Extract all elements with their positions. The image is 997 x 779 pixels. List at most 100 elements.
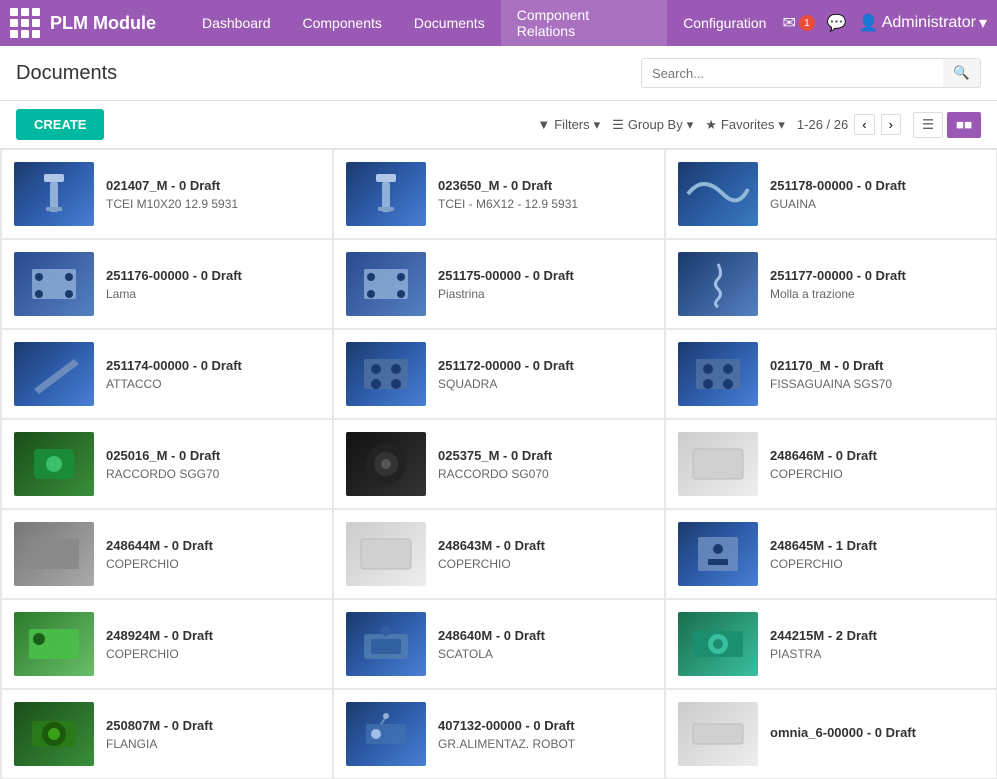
doc-info: 021170_M - 0 Draft FISSAGUAINA SGS70 (770, 358, 984, 391)
grid-view-button[interactable]: ■■ (947, 112, 981, 138)
document-card[interactable]: 251178-00000 - 0 Draft GUAINA (665, 149, 997, 239)
doc-subtitle: ATTACCO (106, 377, 320, 391)
doc-title: 025016_M - 0 Draft (106, 448, 320, 463)
doc-info: 021407_M - 0 Draft TCEI M10X20 12.9 5931 (106, 178, 320, 211)
doc-subtitle: Piastrina (438, 287, 652, 301)
document-card[interactable]: 251174-00000 - 0 Draft ATTACCO (1, 329, 333, 419)
doc-subtitle: FLANGIA (106, 737, 320, 751)
filter-icon: ▼ (537, 117, 550, 132)
doc-subtitle: TCEI M10X20 12.9 5931 (106, 197, 320, 211)
star-icon: ★ (705, 117, 717, 133)
doc-title: 023650_M - 0 Draft (438, 178, 652, 193)
create-button[interactable]: CREATE (16, 109, 104, 140)
document-card[interactable]: 021407_M - 0 Draft TCEI M10X20 12.9 5931 (1, 149, 333, 239)
username: Administrator (882, 14, 976, 32)
doc-subtitle: Lama (106, 287, 320, 301)
document-card[interactable]: 251176-00000 - 0 Draft Lama (1, 239, 333, 329)
app-menu-icon[interactable] (10, 8, 40, 38)
doc-info: 248643M - 0 Draft COPERCHIO (438, 538, 652, 571)
chat-icon[interactable]: 💬 (827, 13, 847, 33)
menu-documents[interactable]: Documents (398, 0, 501, 46)
view-toggle: ☰ ■■ (913, 112, 981, 138)
doc-thumbnail (678, 612, 758, 676)
doc-info: 251174-00000 - 0 Draft ATTACCO (106, 358, 320, 391)
document-card[interactable]: 251175-00000 - 0 Draft Piastrina (333, 239, 665, 329)
document-card[interactable]: 250807M - 0 Draft FLANGIA (1, 689, 333, 779)
doc-title: 251178-00000 - 0 Draft (770, 178, 984, 193)
document-card[interactable]: 248646M - 0 Draft COPERCHIO (665, 419, 997, 509)
doc-subtitle: RACCORDO SG070 (438, 467, 652, 481)
search-input[interactable] (642, 60, 943, 87)
doc-thumbnail (14, 342, 94, 406)
document-card[interactable]: 251177-00000 - 0 Draft Molla a trazione (665, 239, 997, 329)
doc-info: 025375_M - 0 Draft RACCORDO SG070 (438, 448, 652, 481)
doc-subtitle: COPERCHIO (770, 467, 984, 481)
doc-title: 248644M - 0 Draft (106, 538, 320, 553)
doc-subtitle: COPERCHIO (770, 557, 984, 571)
document-card[interactable]: 025016_M - 0 Draft RACCORDO SGG70 (1, 419, 333, 509)
doc-thumbnail (14, 162, 94, 226)
list-view-button[interactable]: ☰ (913, 112, 943, 138)
document-card[interactable]: 248924M - 0 Draft COPERCHIO (1, 599, 333, 689)
menu-dashboard[interactable]: Dashboard (186, 0, 287, 46)
document-card[interactable]: 248644M - 0 Draft COPERCHIO (1, 509, 333, 599)
toolbar: CREATE ▼ Filters ▾ ☰ Group By ▾ ★ Favori… (0, 101, 997, 149)
doc-thumbnail (678, 252, 758, 316)
doc-title: 021407_M - 0 Draft (106, 178, 320, 193)
doc-info: 248640M - 0 Draft SCATOLA (438, 628, 652, 661)
doc-subtitle: Molla a trazione (770, 287, 984, 301)
doc-info: 025016_M - 0 Draft RACCORDO SGG70 (106, 448, 320, 481)
doc-thumbnail (14, 252, 94, 316)
group-by-button[interactable]: ☰ Group By ▾ (612, 117, 693, 133)
document-card[interactable]: 407132-00000 - 0 Draft GR.ALIMENTAZ. ROB… (333, 689, 665, 779)
doc-title: 251172-00000 - 0 Draft (438, 358, 652, 373)
search-button[interactable]: 🔍 (943, 59, 980, 87)
app-logo: PLM Module (50, 13, 156, 34)
doc-thumbnail (678, 162, 758, 226)
menu-component-relations[interactable]: Component Relations (501, 0, 667, 46)
document-card[interactable]: omnia_6-00000 - 0 Draft (665, 689, 997, 779)
menu-components[interactable]: Components (287, 0, 398, 46)
doc-title: 250807M - 0 Draft (106, 718, 320, 733)
pager-prev[interactable]: ‹ (854, 114, 874, 135)
doc-info: 251172-00000 - 0 Draft SQUADRA (438, 358, 652, 391)
doc-info: omnia_6-00000 - 0 Draft (770, 725, 984, 744)
doc-subtitle: GUAINA (770, 197, 984, 211)
user-avatar-icon: 👤 (859, 13, 879, 33)
filters-button[interactable]: ▼ Filters ▾ (537, 117, 600, 133)
document-card[interactable]: 248640M - 0 Draft SCATOLA (333, 599, 665, 689)
page-title: Documents (16, 62, 117, 85)
document-card[interactable]: 025375_M - 0 Draft RACCORDO SG070 (333, 419, 665, 509)
pager-next[interactable]: › (881, 114, 901, 135)
favorites-button[interactable]: ★ Favorites ▾ (705, 117, 785, 133)
doc-info: 251176-00000 - 0 Draft Lama (106, 268, 320, 301)
notifications-icon[interactable]: ✉ 1 (782, 13, 814, 33)
doc-thumbnail (678, 522, 758, 586)
doc-thumbnail (678, 342, 758, 406)
doc-thumbnail (678, 432, 758, 496)
doc-thumbnail (14, 612, 94, 676)
document-card[interactable]: 244215M - 2 Draft PIASTRA (665, 599, 997, 689)
doc-info: 248924M - 0 Draft COPERCHIO (106, 628, 320, 661)
doc-title: omnia_6-00000 - 0 Draft (770, 725, 984, 740)
doc-subtitle: COPERCHIO (106, 557, 320, 571)
doc-info: 023650_M - 0 Draft TCEI - M6X12 - 12.9 5… (438, 178, 652, 211)
document-card[interactable]: 021170_M - 0 Draft FISSAGUAINA SGS70 (665, 329, 997, 419)
document-card[interactable]: 251172-00000 - 0 Draft SQUADRA (333, 329, 665, 419)
document-card[interactable]: 248645M - 1 Draft COPERCHIO (665, 509, 997, 599)
doc-title: 244215M - 2 Draft (770, 628, 984, 643)
doc-info: 251177-00000 - 0 Draft Molla a trazione (770, 268, 984, 301)
doc-title: 248646M - 0 Draft (770, 448, 984, 463)
doc-subtitle: PIASTRA (770, 647, 984, 661)
doc-title: 021170_M - 0 Draft (770, 358, 984, 373)
doc-info: 407132-00000 - 0 Draft GR.ALIMENTAZ. ROB… (438, 718, 652, 751)
doc-thumbnail (14, 522, 94, 586)
toolbar-right: ▼ Filters ▾ ☰ Group By ▾ ★ Favorites ▾ 1… (537, 112, 981, 138)
user-menu[interactable]: 👤 Administrator ▾ (859, 13, 987, 33)
doc-title: 251174-00000 - 0 Draft (106, 358, 320, 373)
menu-configuration[interactable]: Configuration (667, 0, 782, 46)
document-card[interactable]: 248643M - 0 Draft COPERCHIO (333, 509, 665, 599)
document-card[interactable]: 023650_M - 0 Draft TCEI - M6X12 - 12.9 5… (333, 149, 665, 239)
doc-subtitle: COPERCHIO (106, 647, 320, 661)
doc-title: 407132-00000 - 0 Draft (438, 718, 652, 733)
